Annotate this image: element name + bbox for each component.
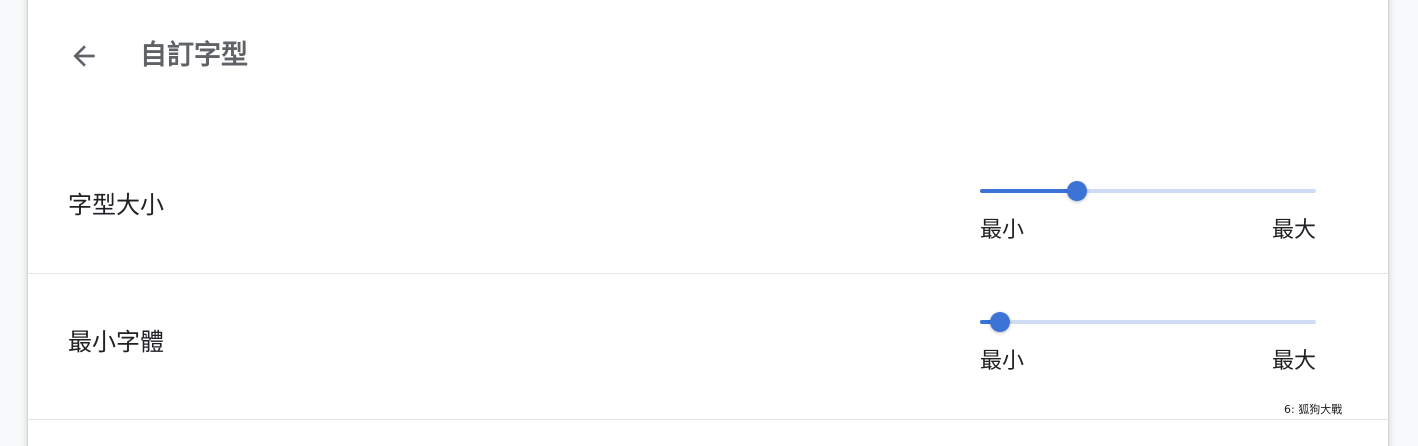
slider-max-label: 最大 — [1271, 349, 1316, 374]
slider-max-label: 最大 — [1271, 218, 1316, 243]
row-divider — [28, 419, 1388, 420]
arrow-back-icon — [73, 45, 95, 67]
page: 自訂字型 字型大小 最小 最大 最小字體 最小 最大 6: 狐狗大戰 — [0, 0, 1418, 446]
minimum-font-size-row: 最小字體 最小 最大 — [28, 274, 1388, 419]
font-size-row: 字型大小 最小 最大 — [28, 127, 1388, 273]
slider-track[interactable] — [980, 189, 1316, 193]
slider-min-label: 最小 — [980, 349, 1025, 374]
page-title: 自訂字型 — [140, 40, 248, 71]
slider-track-fill — [980, 189, 1077, 193]
back-button[interactable] — [60, 32, 108, 80]
slider-thumb[interactable] — [990, 312, 1010, 332]
minimum-font-size-slider: 最小 最大 — [980, 306, 1316, 402]
settings-card: 自訂字型 字型大小 最小 最大 最小字體 最小 最大 — [28, 0, 1388, 446]
footer-note: 6: 狐狗大戰 — [1284, 403, 1343, 416]
slider-min-label: 最小 — [980, 218, 1025, 243]
page-header: 自訂字型 — [28, 0, 1388, 114]
font-size-slider: 最小 最大 — [980, 175, 1316, 271]
minimum-font-size-label: 最小字體 — [68, 328, 164, 356]
font-size-label: 字型大小 — [68, 191, 164, 219]
slider-track[interactable] — [980, 320, 1316, 324]
slider-thumb[interactable] — [1067, 181, 1087, 201]
